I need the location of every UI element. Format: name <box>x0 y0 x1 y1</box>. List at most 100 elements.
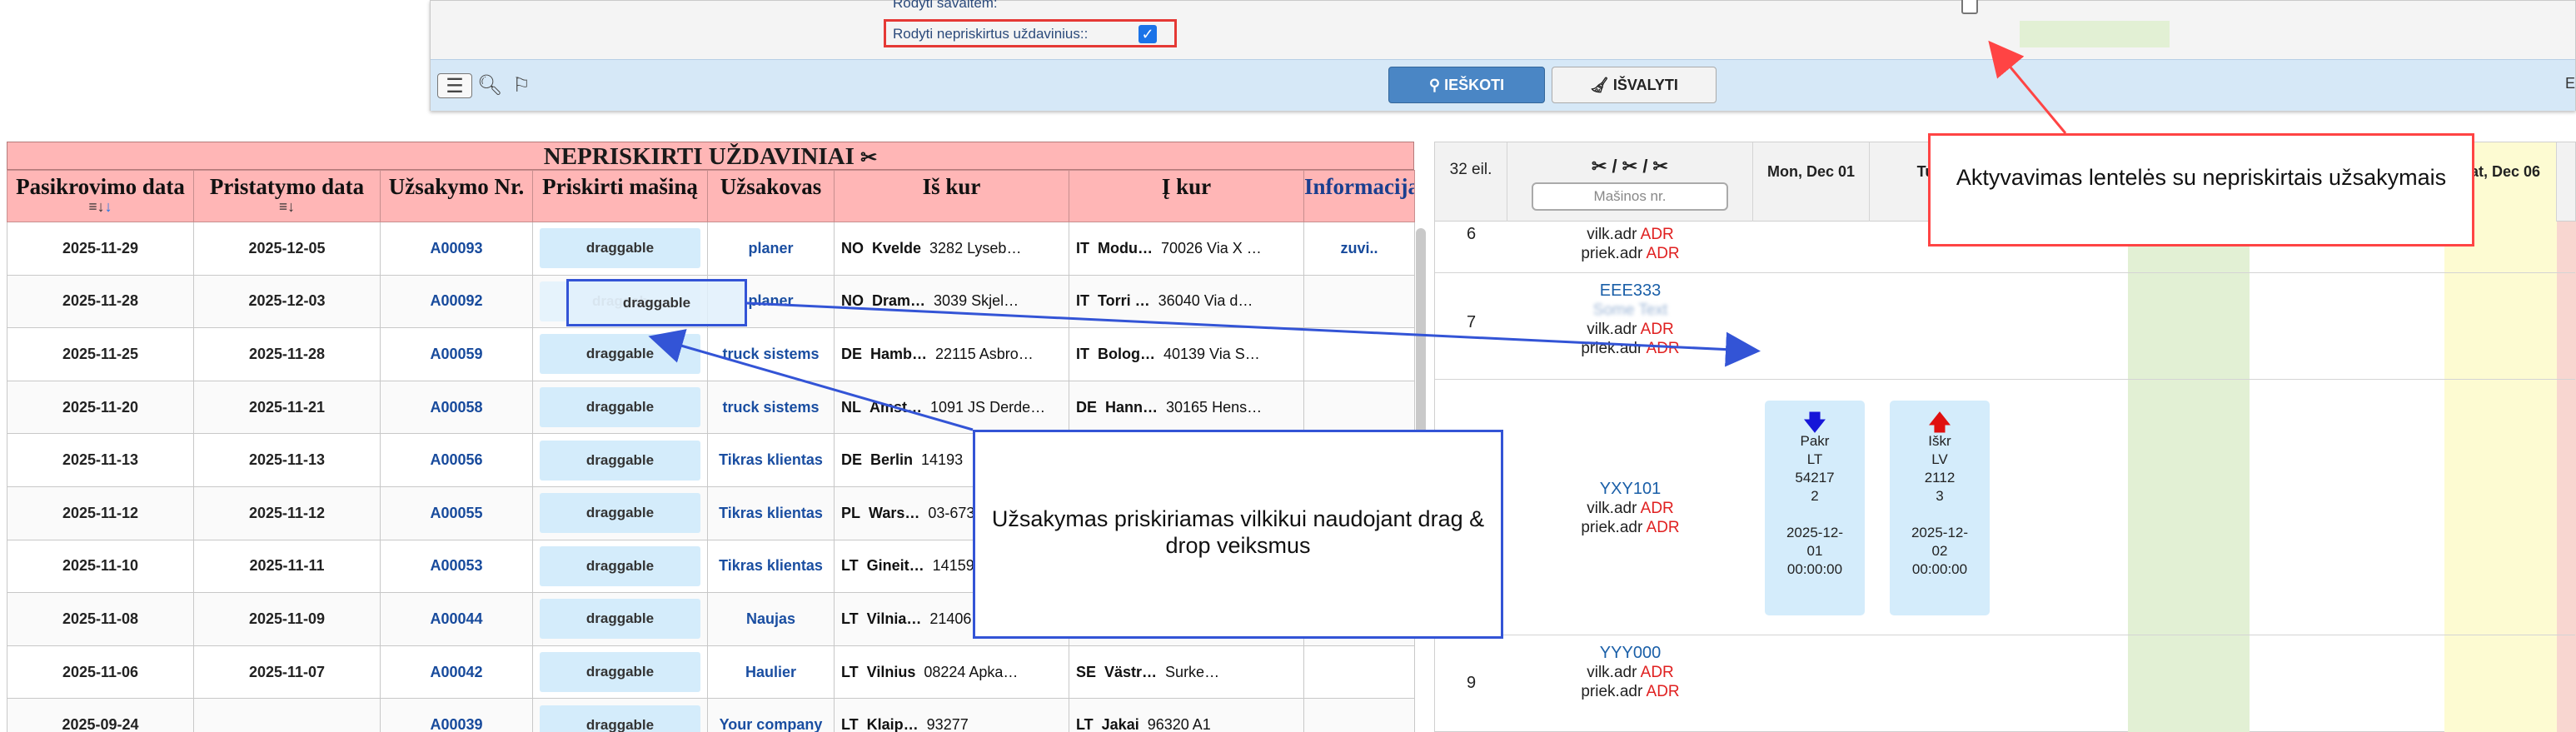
vehicle-note: Some Text <box>1592 301 1668 319</box>
order-number-link[interactable]: A00039 <box>380 698 533 732</box>
task-time: 00:00:00 <box>1786 561 1843 577</box>
task-zip: 2112 <box>1924 470 1956 486</box>
planner-row[interactable]: 7 EEE333 Some Text vilk.adr ADR priek.adr AD… <box>1435 273 2575 380</box>
info-cell[interactable] <box>1303 274 1415 329</box>
draggable-handle[interactable]: draggable <box>540 334 700 375</box>
column-header[interactable]: Iš kur <box>834 170 1069 222</box>
column-header[interactable]: Pristatymo data ≡↓ <box>193 170 381 222</box>
client-link[interactable]: Tikras klientas <box>707 433 835 487</box>
draggable-handle[interactable]: draggable <box>540 493 700 534</box>
column-header[interactable]: Priskirti mašiną <box>532 170 708 222</box>
search-button[interactable]: ⚲ IEŠKOTI <box>1388 67 1545 103</box>
draggable-handle[interactable]: draggable <box>540 599 700 640</box>
vilk-adr-line: vilk.adr ADR <box>1587 321 1674 338</box>
pickup-date: 2025-11-10 <box>7 539 194 594</box>
client-link[interactable]: planer <box>707 222 835 276</box>
client-link[interactable]: truck sistems <box>707 327 835 381</box>
vehicle-id-link[interactable]: EEE333 <box>1507 281 1753 301</box>
from-address: LT Vilnius 08224 Apka… <box>834 645 1069 700</box>
planner-row[interactable]: YXY101 vilk.adr ADR priek.adr ADR <box>1435 380 2575 635</box>
column-header[interactable]: Užsakovas <box>707 170 835 222</box>
order-number-link[interactable]: A00092 <box>380 274 533 329</box>
show-week-checkbox[interactable] <box>1961 0 1978 14</box>
filter-panel: Rodyti savaitem: Rodyti nepriskirtus užd… <box>430 0 2576 111</box>
column-header[interactable]: Užsakymo Nr. <box>380 170 533 222</box>
order-number-link[interactable]: A00056 <box>380 433 533 487</box>
order-number-link[interactable]: A00053 <box>380 539 533 594</box>
order-number-link[interactable]: A00044 <box>380 592 533 646</box>
client-link[interactable]: Tikras klientas <box>707 539 835 594</box>
info-cell[interactable] <box>1303 327 1415 381</box>
assign-cell: draggable <box>532 433 708 487</box>
table-row[interactable]: 2025-11-20 2025-11-21 A00058 draggable truck… <box>7 380 1415 435</box>
task-zip: 54217 <box>1795 470 1835 486</box>
client-link[interactable]: truck sistems <box>707 380 835 435</box>
info-cell[interactable]: zuvi.. <box>1303 222 1415 276</box>
draggable-handle[interactable]: draggable <box>540 228 700 269</box>
from-address: DE Hamb… 22115 Asbro… <box>834 327 1069 381</box>
draggable-handle[interactable]: draggable <box>540 652 700 693</box>
order-number-link[interactable]: A00042 <box>380 645 533 700</box>
search-button-label: IEŠKOTI <box>1444 77 1505 93</box>
column-header[interactable]: Pasikrovimo data ≡↓↓ <box>7 170 194 222</box>
draggable-handle[interactable]: draggable <box>540 705 700 732</box>
info-cell[interactable] <box>1303 380 1415 435</box>
show-unassigned-highlight: Rodyti nepriskirtus uždavinius:: ✓ <box>884 19 1177 47</box>
table-row[interactable]: 2025-09-24 A00039 draggable Your company LT K… <box>7 698 1415 732</box>
bookmark-icon[interactable]: ⚐ <box>507 73 536 98</box>
info-cell[interactable] <box>1303 645 1415 700</box>
order-number-link[interactable]: A00055 <box>380 486 533 540</box>
callout-activate-table: Aktyvavimas lentelės su nepriskirtais už… <box>1928 133 2474 246</box>
vehicle-id-link[interactable]: YXY101 <box>1507 480 1753 499</box>
column-header-label: Užsakymo Nr. <box>388 174 525 199</box>
order-number-link[interactable]: A00059 <box>380 327 533 381</box>
info-cell[interactable] <box>1303 698 1415 732</box>
dragged-order-ghost[interactable]: draggable <box>566 279 747 326</box>
table-row[interactable]: 2025-11-29 2025-12-05 A00093 draggable plane… <box>7 222 1415 276</box>
row-number: 7 <box>1466 313 1477 331</box>
client-link[interactable]: Naujas <box>707 592 835 646</box>
delivery-date: 2025-12-03 <box>193 274 381 329</box>
vehicle-filter-input[interactable]: Mašinos nr. <box>1532 182 1728 211</box>
row-count: 32 eil. <box>1435 142 1507 222</box>
tools-icon[interactable]: ✂ <box>860 147 877 169</box>
task-card[interactable]: 🡇 Pakr LT 54217 2 2025-12-01 00:00:00 <box>1765 401 1865 615</box>
filter-input-strip[interactable] <box>2020 21 2170 47</box>
column-header-label: Priskirti mašiną <box>542 174 698 199</box>
search-icon: ⚲ <box>1428 77 1445 93</box>
to-address: LT Jakai 96320 A1 <box>1069 698 1304 732</box>
delivery-date <box>193 698 381 732</box>
table-row[interactable]: 2025-11-25 2025-11-28 A00059 draggable truck… <box>7 327 1415 381</box>
vehicle-id-link[interactable]: YYY000 <box>1507 644 1753 663</box>
menu-icon[interactable]: ☰ <box>437 73 472 98</box>
draggable-handle[interactable]: draggable <box>540 545 700 586</box>
vehicle-tools-icon[interactable]: ✂ / ✂ / ✂ <box>1592 156 1668 177</box>
planner-row[interactable]: 9 YYY000 vilk.adr ADR priek.adr ADR <box>1435 635 2575 732</box>
day-header-mon: Mon, Dec 01 <box>1753 142 1870 222</box>
show-unassigned-checkbox[interactable]: ✓ <box>1139 25 1157 43</box>
client-link[interactable]: Haulier <box>707 645 835 700</box>
vilk-adr-line: vilk.adr ADR <box>1587 664 1674 681</box>
order-number-link[interactable]: A00093 <box>380 222 533 276</box>
column-header[interactable]: Į kur <box>1069 170 1304 222</box>
zoom-icon[interactable]: 🔍︎ <box>476 73 504 98</box>
draggable-handle[interactable]: draggable <box>540 440 700 481</box>
broom-icon: 🧹︎ <box>1590 77 1613 93</box>
column-header-label: Užsakovas <box>720 174 822 199</box>
vehicle-header: ✂ / ✂ / ✂ Mašinos nr. <box>1507 142 1753 222</box>
task-count: 2 <box>1811 488 1819 504</box>
sort-icon[interactable]: ≡↓ <box>195 198 380 216</box>
pickup-date: 2025-11-29 <box>7 222 194 276</box>
client-link[interactable]: Tikras klientas <box>707 486 835 540</box>
draggable-handle[interactable]: draggable <box>540 387 700 428</box>
task-card[interactable]: 🡅 Iškr LV 2112 3 2025-12-02 00:00:00 <box>1890 401 1990 615</box>
toolbar-edge-text: E <box>2564 75 2575 92</box>
order-number-link[interactable]: A00058 <box>380 380 533 435</box>
unassigned-title-text: NEPRISKIRTI UŽDAVINIAI <box>543 143 855 170</box>
sort-icon[interactable]: ≡↓↓ <box>8 198 193 216</box>
client-link[interactable]: Your company <box>707 698 835 732</box>
row-number: 6 <box>1466 225 1477 243</box>
table-row[interactable]: 2025-11-06 2025-11-07 A00042 draggable Hauli… <box>7 645 1415 700</box>
column-header[interactable]: Informacija <box>1303 170 1415 222</box>
clear-button[interactable]: 🧹︎ IŠVALYTI <box>1552 67 1717 103</box>
